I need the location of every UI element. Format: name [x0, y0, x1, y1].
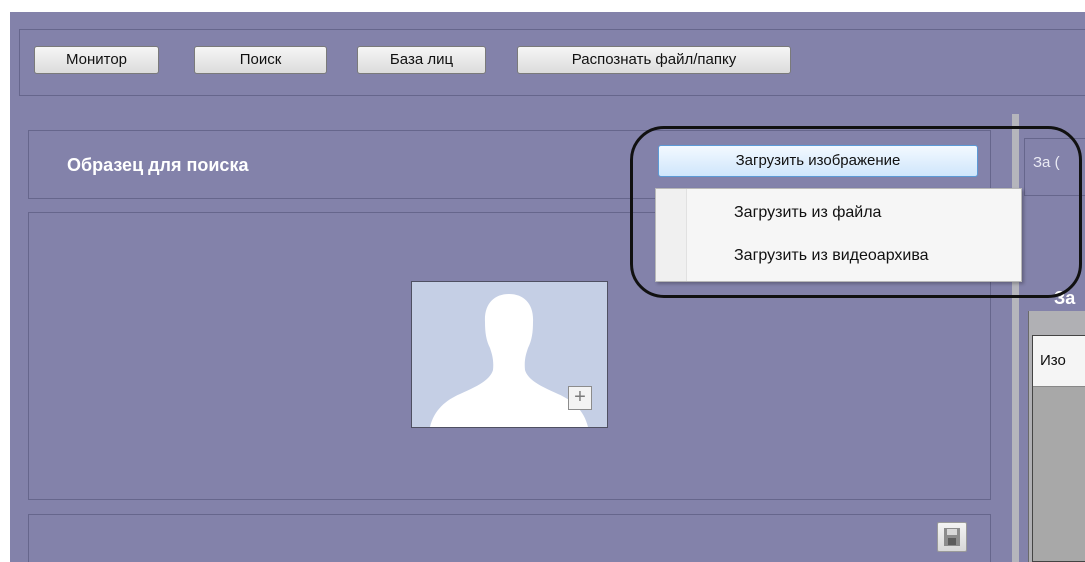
add-image-icon[interactable]: +: [568, 386, 592, 410]
panel-splitter[interactable]: [1012, 114, 1019, 562]
application-window: Монитор Поиск База лиц Распознать файл/п…: [10, 12, 1085, 562]
search-button[interactable]: Поиск: [194, 46, 327, 74]
recognize-file-folder-button[interactable]: Распознать файл/папку: [517, 46, 791, 74]
results-table: Изо: [1032, 335, 1085, 562]
load-image-button[interactable]: Загрузить изображение: [658, 145, 978, 177]
monitor-button[interactable]: Монитор: [34, 46, 159, 74]
sample-image-placeholder[interactable]: +: [411, 281, 608, 428]
right-panel-label: За (: [1033, 154, 1060, 171]
menu-icon-gutter: [656, 189, 687, 281]
menu-item-load-from-video-archive[interactable]: Загрузить из видеоархива: [734, 247, 929, 265]
load-image-menu: Загрузить из файла Загрузить из видеоарх…: [655, 188, 1022, 282]
menu-item-load-from-file[interactable]: Загрузить из файла: [734, 204, 881, 222]
search-sample-title: Образец для поиска: [67, 155, 249, 175]
save-icon: [944, 528, 960, 546]
sample-bottom-bar: [28, 514, 991, 562]
results-table-header[interactable]: Изо: [1033, 336, 1085, 387]
right-panel-heading: За: [1054, 288, 1076, 308]
right-panel-frame: За (: [1024, 138, 1085, 196]
save-button[interactable]: [937, 522, 967, 552]
face-database-button[interactable]: База лиц: [357, 46, 486, 74]
mode-toolbar: Монитор Поиск База лиц Распознать файл/п…: [19, 29, 1085, 96]
